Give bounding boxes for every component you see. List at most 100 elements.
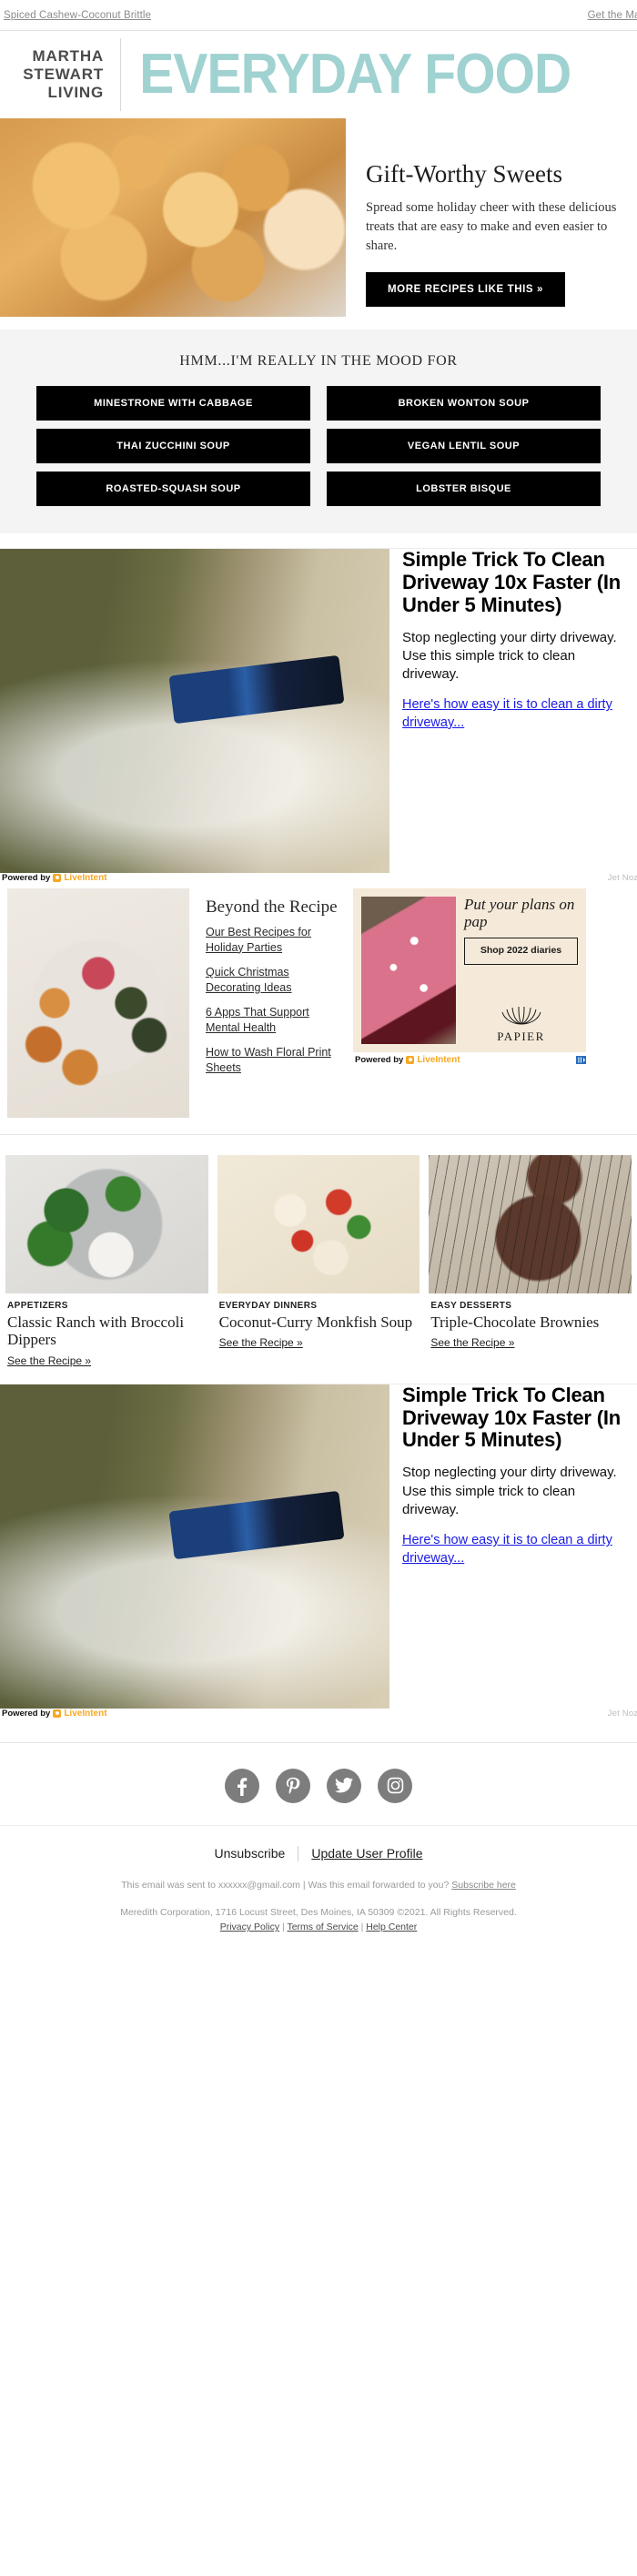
pinterest-icon[interactable]	[276, 1768, 310, 1803]
ad-footer: Powered by LiveIntent Jet Nozzle	[0, 1709, 637, 1719]
ad-text: Simple Trick To Clean Driveway 10x Faste…	[389, 1384, 637, 1567]
ad-footer: Powered by LiveIntent Jet Nozzle	[0, 873, 637, 883]
papier-headline: Put your plans on pap	[464, 896, 575, 930]
masthead: MARTHA STEWART LIVING EVERYDAY FOOD	[0, 31, 637, 118]
sent-to-text: This email was sent to xxxxxx@gmail.com	[121, 1879, 300, 1891]
ad-sponsor-label-2: Jet Nozzle	[607, 1708, 637, 1719]
liveintent-badge-papier: Powered by LiveIntent	[353, 1055, 460, 1065]
recipe-card-body: EASY DESSERTS Triple-Chocolate Brownies …	[429, 1293, 632, 1351]
legal-links: Privacy Policy | Terms of Service | Help…	[18, 1920, 619, 1935]
terms-of-service-link[interactable]: Terms of Service	[287, 1922, 358, 1932]
recipe-title: Triple-Chocolate Brownies	[430, 1313, 600, 1331]
recipe-image-monkfish[interactable]	[217, 1155, 420, 1293]
hero-body: Spread some holiday cheer with these del…	[366, 200, 617, 254]
advertisement-top: Simple Trick To Clean Driveway 10x Faste…	[0, 548, 637, 883]
company-address: Meredith Corporation, 1716 Locust Street…	[120, 1906, 517, 1918]
powered-by-label-2: Powered by	[2, 1708, 51, 1719]
footer-actions: Unsubscribe Update User Profile	[18, 1845, 619, 1861]
adchoices-icon[interactable]	[576, 1056, 586, 1064]
see-recipe-link-2[interactable]: See the Recipe »	[219, 1336, 303, 1349]
ad-cta-link-2[interactable]: Here's how easy it is to clean a dirty d…	[402, 1532, 628, 1567]
recipe-kicker: EASY DESSERTS	[430, 1301, 512, 1311]
ad-body: Stop neglecting your dirty driveway. Use…	[402, 1465, 617, 1517]
recipe-cards: APPETIZERS Classic Ranch with Broccoli D…	[0, 1135, 637, 1369]
ad-content: Simple Trick To Clean Driveway 10x Faste…	[0, 1384, 637, 1709]
martha-stewart-living-logo[interactable]: MARTHA STEWART LIVING	[13, 47, 120, 102]
liveintent-name-2: LiveIntent	[64, 1708, 107, 1719]
social-links	[0, 1743, 637, 1825]
ad-content: Simple Trick To Clean Driveway 10x Faste…	[0, 548, 637, 873]
footer-pipe-1: |	[302, 1879, 306, 1891]
papier-copy: Put your plans on pap Shop 2022 diaries …	[464, 896, 578, 1044]
hero-section: Gift-Worthy Sweets Spread some holiday c…	[0, 118, 637, 317]
hero-title: Gift-Worthy Sweets	[366, 160, 563, 188]
mood-grid: MINESTRONE WITH CABBAGE BROKEN WONTON SO…	[0, 386, 637, 506]
beyond-section: Beyond the Recipe Our Best Recipes for H…	[0, 883, 637, 1118]
hero-image[interactable]	[0, 118, 346, 317]
instagram-icon[interactable]	[378, 1768, 412, 1803]
email-page: Spiced Cashew-Coconut Brittle Get the Ma…	[0, 0, 637, 1966]
preheader-recipe-link[interactable]: Spiced Cashew-Coconut Brittle	[4, 10, 151, 21]
papier-logo: PAPIER	[464, 1005, 578, 1044]
beyond-image[interactable]	[7, 888, 189, 1118]
recipe-card-body: EVERYDAY DINNERS Coconut-Curry Monkfish …	[217, 1293, 420, 1351]
papier-advertisement: Put your plans on pap Shop 2022 diaries …	[353, 888, 586, 1065]
brand-line-2: STEWART	[23, 65, 104, 83]
papier-shop-button[interactable]: Shop 2022 diaries	[464, 938, 578, 965]
facebook-icon[interactable]	[225, 1768, 259, 1803]
recipe-card-desserts[interactable]: EASY DESSERTS Triple-Chocolate Brownies …	[429, 1155, 632, 1369]
forwarded-text: Was this email forwarded to you?	[308, 1879, 450, 1891]
mood-button-roasted-squash[interactable]: ROASTED-SQUASH SOUP	[36, 472, 310, 506]
everyday-food-title: EVERYDAY FOOD	[139, 43, 571, 106]
ad-text: Simple Trick To Clean Driveway 10x Faste…	[389, 548, 637, 732]
mood-title: HMM...I'M REALLY IN THE MOOD FOR	[179, 353, 458, 369]
beyond-text: Beyond the Recipe Our Best Recipes for H…	[189, 888, 353, 1085]
update-profile-link[interactable]: Update User Profile	[311, 1846, 422, 1861]
recipe-title: Coconut-Curry Monkfish Soup	[218, 1313, 413, 1331]
ad-cta-link[interactable]: Here's how easy it is to clean a dirty d…	[402, 696, 628, 732]
recipe-card-dinners[interactable]: EVERYDAY DINNERS Coconut-Curry Monkfish …	[217, 1155, 420, 1369]
liveintent-badge-2: Powered by LiveIntent	[0, 1709, 107, 1719]
footer-pipe-2: |	[282, 1922, 285, 1933]
mood-button-lobster-bisque[interactable]: LOBSTER BISQUE	[327, 472, 601, 506]
privacy-policy-link[interactable]: Privacy Policy	[220, 1922, 279, 1932]
see-recipe-link-3[interactable]: See the Recipe »	[430, 1336, 514, 1349]
recipe-card-body: APPETIZERS Classic Ranch with Broccoli D…	[5, 1293, 208, 1369]
papier-fan-icon	[501, 1006, 541, 1025]
help-center-link[interactable]: Help Center	[366, 1922, 417, 1932]
ad-image-driveway[interactable]	[0, 549, 389, 873]
beyond-link-mental-health-apps[interactable]: 6 Apps That Support Mental Health	[206, 1005, 346, 1035]
recipe-title: Classic Ranch with Broccoli Dippers	[7, 1313, 185, 1349]
recipe-card-appetizers[interactable]: APPETIZERS Classic Ranch with Broccoli D…	[5, 1155, 208, 1369]
twitter-icon[interactable]	[327, 1768, 361, 1803]
mood-button-wonton[interactable]: BROKEN WONTON SOUP	[327, 386, 601, 421]
get-the-magazine-link[interactable]: Get the Magazine	[588, 10, 637, 21]
unsubscribe-link[interactable]: Unsubscribe	[215, 1846, 286, 1861]
liveintent-icon-2	[53, 1709, 62, 1718]
beyond-link-floral-sheets[interactable]: How to Wash Floral Print Sheets	[206, 1045, 346, 1075]
papier-card[interactable]: Put your plans on pap Shop 2022 diaries …	[353, 888, 586, 1052]
liveintent-name: LiveIntent	[64, 873, 107, 883]
footer-pipe-3: |	[360, 1922, 364, 1933]
advertisement-bottom: Simple Trick To Clean Driveway 10x Faste…	[0, 1383, 637, 1719]
recipe-image-broccoli[interactable]	[5, 1155, 208, 1293]
ad-image-driveway-2[interactable]	[0, 1384, 389, 1709]
beyond-link-holiday-parties[interactable]: Our Best Recipes for Holiday Parties	[206, 925, 346, 955]
mood-button-minestrone[interactable]: MINESTRONE WITH CABBAGE	[36, 386, 310, 421]
ad-body: Stop neglecting your dirty driveway. Use…	[402, 629, 617, 683]
recipe-image-brownies[interactable]	[429, 1155, 632, 1293]
brand-line-1: MARTHA	[32, 46, 104, 65]
mood-button-vegan-lentil[interactable]: VEGAN LENTIL SOUP	[327, 429, 601, 463]
see-recipe-link-1[interactable]: See the Recipe »	[7, 1354, 91, 1367]
liveintent-badge: Powered by LiveIntent	[0, 873, 107, 883]
beyond-link-christmas-decorating[interactable]: Quick Christmas Decorating Ideas	[206, 965, 346, 995]
footer-legal: Meredith Corporation, 1716 Locust Street…	[18, 1905, 619, 1936]
mood-button-thai-zucchini[interactable]: THAI ZUCCHINI SOUP	[36, 429, 310, 463]
recipe-kicker: EVERYDAY DINNERS	[218, 1301, 318, 1311]
subscribe-here-link[interactable]: Subscribe here	[451, 1880, 516, 1891]
powered-by-label-papier: Powered by	[355, 1055, 404, 1065]
liveintent-icon-papier	[406, 1056, 415, 1064]
powered-by-label: Powered by	[2, 873, 51, 883]
preheader: Spiced Cashew-Coconut Brittle Get the Ma…	[0, 0, 637, 31]
more-recipes-button[interactable]: MORE RECIPES LIKE THIS »	[366, 272, 565, 308]
